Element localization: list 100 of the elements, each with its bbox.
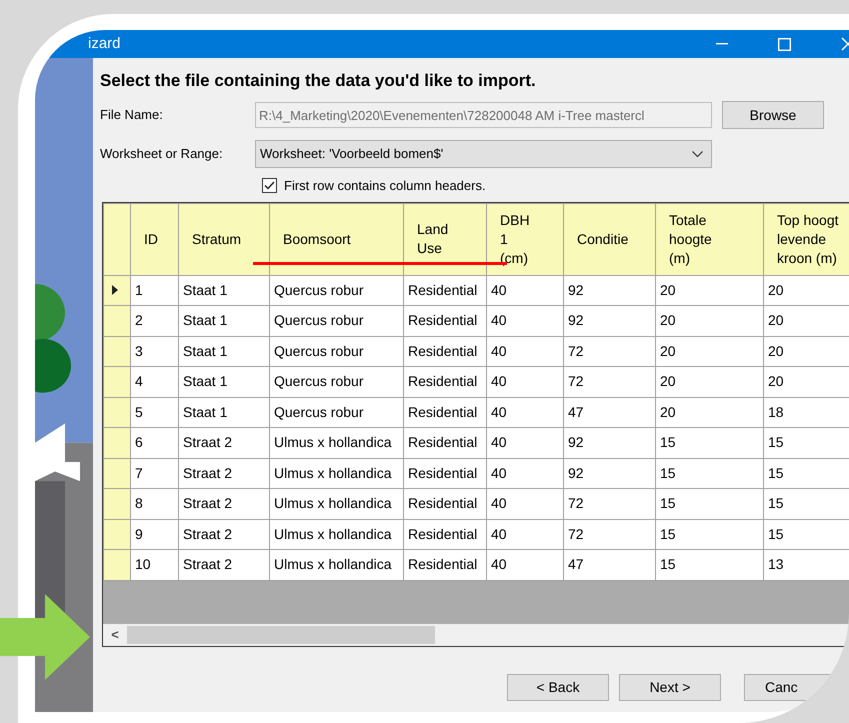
row-header[interactable] [104, 275, 130, 306]
table-cell: 20 [656, 336, 764, 366]
table-cell: Staat 1 [178, 397, 270, 428]
table-cell: 9 [130, 519, 178, 550]
window-title: izard [87, 34, 122, 54]
table-cell: 40 [486, 550, 564, 580]
table-cell: Ulmus x hollandica [270, 488, 404, 519]
table-cell: 3 [130, 336, 178, 366]
table-cell: 4 [130, 366, 178, 397]
maximize-icon[interactable] [778, 38, 791, 50]
table-cell: Residential [404, 488, 486, 519]
table-cell: 40 [486, 366, 564, 397]
table-cell: 13 [764, 550, 849, 580]
table-cell: 40 [486, 275, 564, 306]
table-cell: Residential [404, 306, 486, 336]
table-cell: Straat 2 [178, 458, 270, 488]
table-cell: Quercus robur [270, 275, 404, 306]
column-header[interactable]: ID [130, 203, 178, 275]
table-cell: 40 [486, 519, 564, 550]
column-header[interactable]: Boomsoort [270, 203, 404, 275]
table-cell: 40 [486, 336, 564, 366]
table-cell: 7 [130, 458, 178, 488]
table-cell: 40 [486, 397, 564, 428]
chevron-down-icon [692, 151, 703, 157]
table-cell: 20 [764, 306, 849, 336]
table-cell: 15 [656, 488, 764, 519]
table-cell: 20 [764, 366, 849, 397]
table-cell: Residential [404, 275, 486, 306]
table-cell: Residential [404, 458, 486, 488]
column-header[interactable]: Top hoogt levende kroon (m) [764, 203, 849, 275]
minimize-icon[interactable] [716, 43, 728, 45]
table-cell: 20 [656, 275, 764, 306]
field-label: Worksheet or Range: [100, 145, 224, 164]
column-header[interactable]: DBH 1 (cm) [486, 203, 564, 275]
field-label: File Name: [100, 106, 164, 124]
wizard-button[interactable]: Next > [619, 674, 721, 700]
table-cell: 1 [130, 275, 178, 306]
table-cell: 40 [486, 458, 564, 488]
table-cell: 15 [764, 428, 849, 458]
table-cell: 6 [130, 428, 178, 458]
table-cell: Staat 1 [178, 366, 270, 397]
column-header[interactable]: Totale hoogte (m) [656, 203, 764, 275]
table-cell: 72 [564, 519, 656, 550]
table-cell: 15 [764, 458, 849, 488]
table-cell: 20 [764, 336, 849, 366]
table-cell: 5 [130, 397, 178, 428]
table-cell: 2 [130, 306, 178, 336]
horizontal-scrollbar[interactable]: < [103, 624, 849, 646]
table-cell: Residential [404, 550, 486, 580]
table-cell: 92 [564, 458, 656, 488]
table-cell: 15 [656, 458, 764, 488]
table-cell: 8 [130, 488, 178, 519]
wizard-button[interactable]: < Back [507, 674, 609, 700]
table-cell: Residential [404, 519, 486, 550]
table-cell: 20 [656, 366, 764, 397]
scrollbar-thumb[interactable] [127, 626, 435, 644]
table-cell: Residential [404, 336, 486, 366]
table-cell: Residential [404, 397, 486, 428]
browse-button[interactable]: Browse [722, 101, 824, 129]
table-cell: 72 [564, 366, 656, 397]
table-cell: 40 [486, 428, 564, 458]
table-cell: Staat 1 [178, 336, 270, 366]
table-cell: 15 [656, 550, 764, 580]
table-cell: 47 [564, 397, 656, 428]
table-cell: 15 [764, 488, 849, 519]
table-cell: 72 [564, 488, 656, 519]
table-cell: Staat 1 [178, 275, 270, 306]
table-cell: Ulmus x hollandica [270, 458, 404, 488]
table-cell: Quercus robur [270, 397, 404, 428]
table-cell: Quercus robur [270, 306, 404, 336]
table-cell: Ulmus x hollandica [270, 550, 404, 580]
table-cell: 92 [564, 428, 656, 458]
table-cell: Straat 2 [178, 428, 270, 458]
table-cell: 47 [564, 550, 656, 580]
table-cell: Ulmus x hollandica [270, 428, 404, 458]
checkbox-label: First row contains column headers. [284, 177, 486, 195]
table-cell: Straat 2 [178, 488, 270, 519]
column-header[interactable]: Land Use [404, 203, 486, 275]
table-cell: 15 [656, 428, 764, 458]
column-header[interactable]: Conditie [564, 203, 656, 275]
table-cell: 92 [564, 275, 656, 306]
scroll-left-button[interactable]: < [103, 624, 127, 644]
column-header[interactable]: Stratum [178, 203, 270, 275]
table-cell: 18 [764, 397, 849, 428]
table-cell: 20 [656, 397, 764, 428]
table-cell: 40 [486, 488, 564, 519]
table-cell: Residential [404, 366, 486, 397]
table-cell: 40 [486, 306, 564, 336]
heading: Select the file containing the data you'd like to import. [100, 70, 537, 92]
checkbox[interactable] [262, 178, 277, 194]
table-cell: 20 [656, 306, 764, 336]
table-cell: 15 [656, 519, 764, 550]
worksheet-dropdown[interactable]: Worksheet: 'Voorbeeld bomen$' [255, 140, 712, 168]
table-cell: Quercus robur [270, 336, 404, 366]
checkmark-icon [264, 181, 275, 190]
table-cell: Residential [404, 428, 486, 458]
table-cell: 92 [564, 306, 656, 336]
table-cell: 10 [130, 550, 178, 580]
table-cell: Quercus robur [270, 366, 404, 397]
table-cell: 20 [764, 275, 849, 306]
